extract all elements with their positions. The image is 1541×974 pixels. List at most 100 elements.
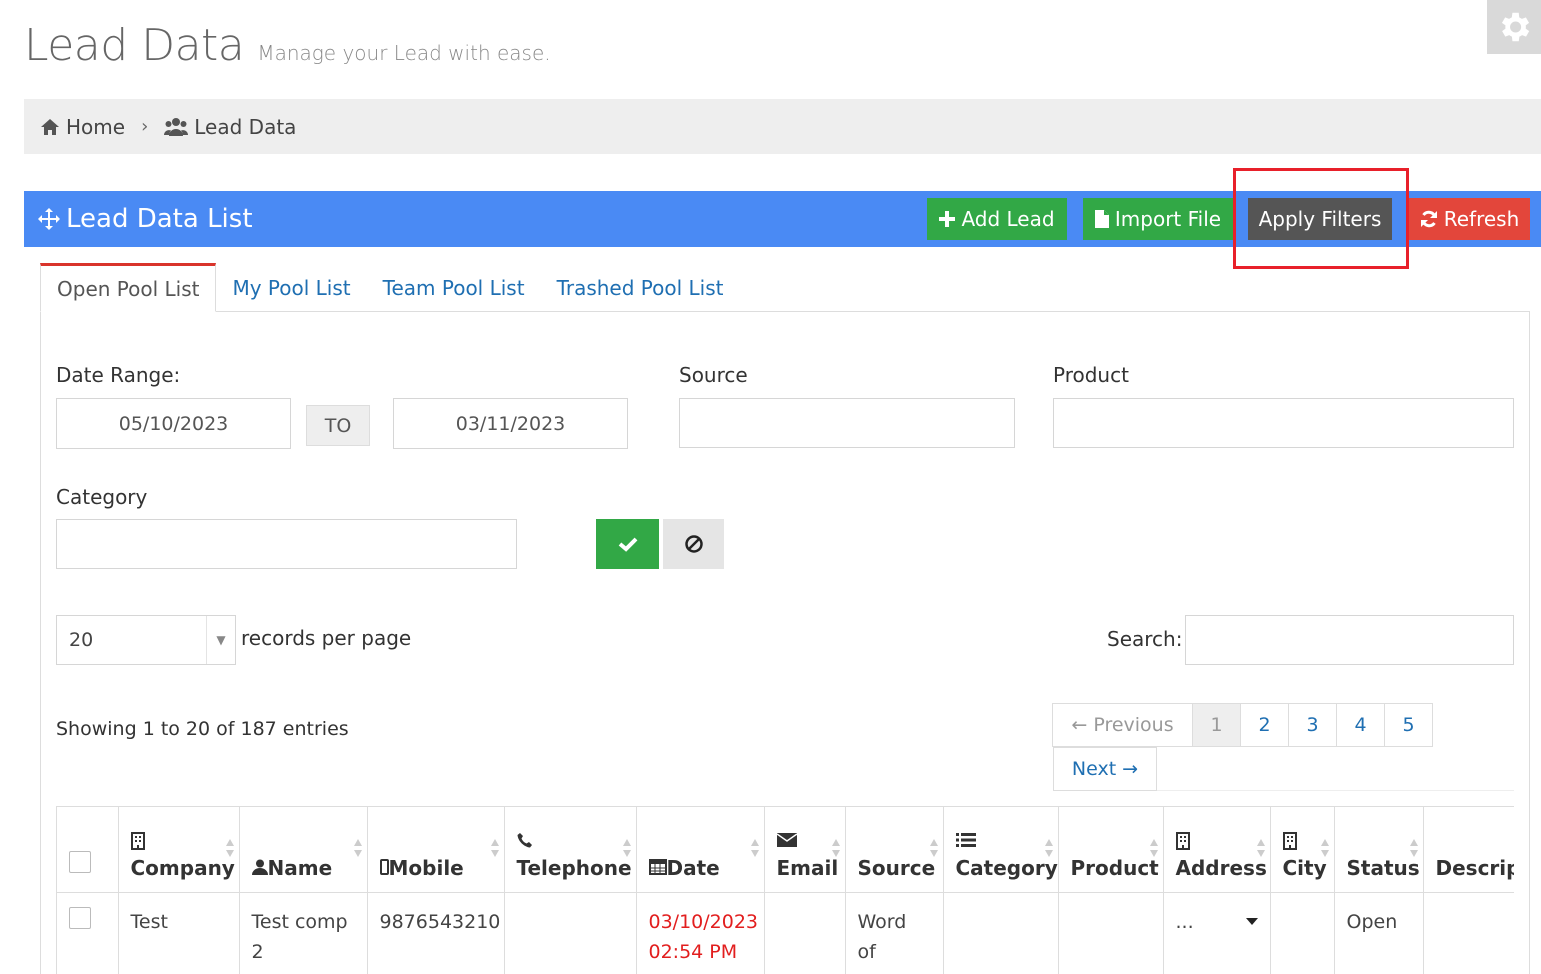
portlet-title-label: Lead Data List [66,204,253,234]
sort-icon [831,839,840,857]
refresh-button[interactable]: Refresh [1409,198,1530,240]
column-header-city[interactable]: City [1270,807,1335,893]
cell-company: Test [118,892,240,974]
category-select[interactable] [56,519,517,569]
column-header-source[interactable]: Source [845,807,944,893]
user-icon [251,859,268,875]
sort-icon [1409,839,1418,857]
plus-icon [939,211,956,227]
column-header-description[interactable]: Descripti [1423,807,1514,893]
column-label: Category [955,855,1058,880]
row-select-cell [57,892,119,974]
column-header-company[interactable]: Company [118,807,240,893]
chevron-down-icon: ▼ [206,616,235,664]
tab-trashed-pool[interactable]: Trashed Pool List [541,263,740,312]
tab-team-pool[interactable]: Team Pool List [367,263,541,312]
caret-down-icon[interactable] [1245,917,1258,926]
cell-source: Word of mouth [845,892,944,974]
records-per-page-value: 20 [69,629,94,651]
pool-tabs: Open Pool List My Pool List Team Pool Li… [40,263,739,312]
pagination-previous[interactable]: ← Previous [1052,703,1193,747]
cell-email [764,892,846,974]
breadcrumb-home-label: Home [66,114,126,139]
column-header-status[interactable]: Status [1334,807,1424,893]
column-label: Address [1175,855,1267,880]
pagination-page-current[interactable]: 1 [1192,703,1241,747]
add-lead-button[interactable]: Add Lead [927,198,1067,240]
move-icon [38,208,60,230]
row-checkbox[interactable] [69,906,91,929]
settings-button[interactable] [1487,0,1541,54]
envelope-icon [776,832,833,856]
users-icon [164,117,189,136]
pagination-page[interactable]: 4 [1336,703,1385,747]
pagination-divider [1157,790,1514,791]
column-label: Telephone [516,855,632,880]
source-select[interactable] [679,398,1015,448]
column-header-name[interactable]: Name [239,807,368,893]
cell-telephone [504,892,637,974]
pagination-next[interactable]: Next → [1053,747,1157,791]
date-from-input[interactable]: 05/10/2023 [56,398,291,449]
column-header-mobile[interactable]: Mobile [367,807,505,893]
column-header-address[interactable]: Address [1163,807,1271,893]
pagination-page[interactable]: 2 [1240,703,1289,747]
select-all-header [57,807,119,893]
apply-filter-check-button[interactable] [596,519,659,569]
select-all-checkbox[interactable] [69,850,91,873]
calendar-icon [648,858,667,875]
search-input[interactable] [1185,615,1514,665]
sort-icon [929,839,938,857]
date-to-input[interactable]: 03/11/2023 [393,398,628,449]
source-label: Source [679,363,748,387]
sort-icon [1256,839,1265,857]
column-label: Name [267,855,333,880]
pagination-page[interactable]: 5 [1384,703,1433,747]
breadcrumb: Home › Lead Data [24,99,1541,154]
product-select[interactable] [1053,398,1514,448]
column-header-email[interactable]: Email [764,807,846,893]
cell-address[interactable]: ... [1163,892,1271,974]
sort-icon [353,839,362,857]
cell-name: Test comp 2 [239,892,368,974]
leads-table-container: Company Name Mobile Telephone Date Email… [56,806,1514,974]
refresh-label: Refresh [1443,207,1520,231]
column-header-category[interactable]: Category [943,807,1059,893]
home-icon [41,118,59,135]
table-header-row: Company Name Mobile Telephone Date Email… [57,807,1514,893]
page-header: Lead Data Manage your Lead with ease. [24,20,551,71]
page-title: Lead Data [24,20,245,71]
breadcrumb-current-label: Lead Data [194,114,297,139]
date-to-separator: TO [306,405,370,446]
import-file-button[interactable]: Import File [1083,198,1233,240]
sort-icon [1320,839,1329,857]
table-row[interactable]: Test Test comp 2 9876543210 03/10/2023 0… [57,892,1514,974]
clear-filter-button[interactable] [663,519,724,569]
sort-icon [1044,839,1053,857]
sort-icon [622,839,631,857]
portlet-header: Lead Data List Add Lead Import File Appl… [24,191,1541,247]
apply-filters-label: Apply Filters [1258,207,1382,231]
breadcrumb-home[interactable]: Home [40,115,125,139]
cell-product [1058,892,1164,974]
tab-open-pool[interactable]: Open Pool List [40,263,217,312]
column-label: Status [1346,855,1420,880]
phone-icon [517,832,624,856]
column-label: Email [776,855,839,880]
apply-filters-button[interactable]: Apply Filters [1248,198,1392,240]
portlet-title: Lead Data List [38,191,253,247]
sort-icon [1149,839,1158,857]
page-subtitle: Manage your Lead with ease. [257,41,551,65]
column-header-telephone[interactable]: Telephone [504,807,637,893]
tab-my-pool[interactable]: My Pool List [216,263,366,312]
column-label: Product [1070,855,1159,880]
column-header-product[interactable]: Product [1058,807,1164,893]
cell-description [1423,892,1514,974]
sort-icon [750,839,759,857]
column-header-date[interactable]: Date [636,807,765,893]
leads-table: Company Name Mobile Telephone Date Email… [57,807,1514,974]
column-label: City [1282,855,1327,880]
records-per-page-select[interactable]: 20 ▼ [56,615,236,665]
pagination-page[interactable]: 3 [1288,703,1337,747]
refresh-icon [1420,210,1437,228]
